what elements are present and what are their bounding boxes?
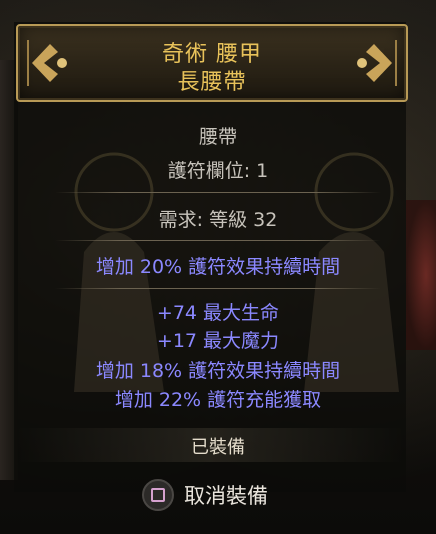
level-requirement: 需求: 等級 32	[158, 209, 278, 231]
explicit-modifier: 增加 18% 護符效果持續時間	[95, 360, 341, 382]
item-base-type: 長腰帶	[177, 70, 247, 95]
explicit-modifier: +17 最大魔力	[156, 330, 280, 352]
implicit-modifier: 增加 20% 護符效果持續時間	[95, 256, 341, 278]
explicit-modifier: +74 最大生命	[156, 302, 280, 324]
unequip-button[interactable]: 取消裝備	[142, 477, 302, 513]
item-class: 腰帶	[198, 126, 237, 148]
separator	[55, 240, 381, 241]
equipped-status: 已裝備	[191, 437, 245, 458]
separator	[55, 192, 381, 193]
explicit-modifier: 增加 22% 護符充能獲取	[114, 389, 322, 411]
unequip-label: 取消裝備	[184, 484, 268, 508]
item-header: 奇術 腰甲 長腰帶	[16, 24, 408, 102]
charm-slots: 護符欄位: 1	[167, 160, 269, 182]
separator	[55, 288, 381, 289]
square-button-icon	[142, 479, 174, 511]
